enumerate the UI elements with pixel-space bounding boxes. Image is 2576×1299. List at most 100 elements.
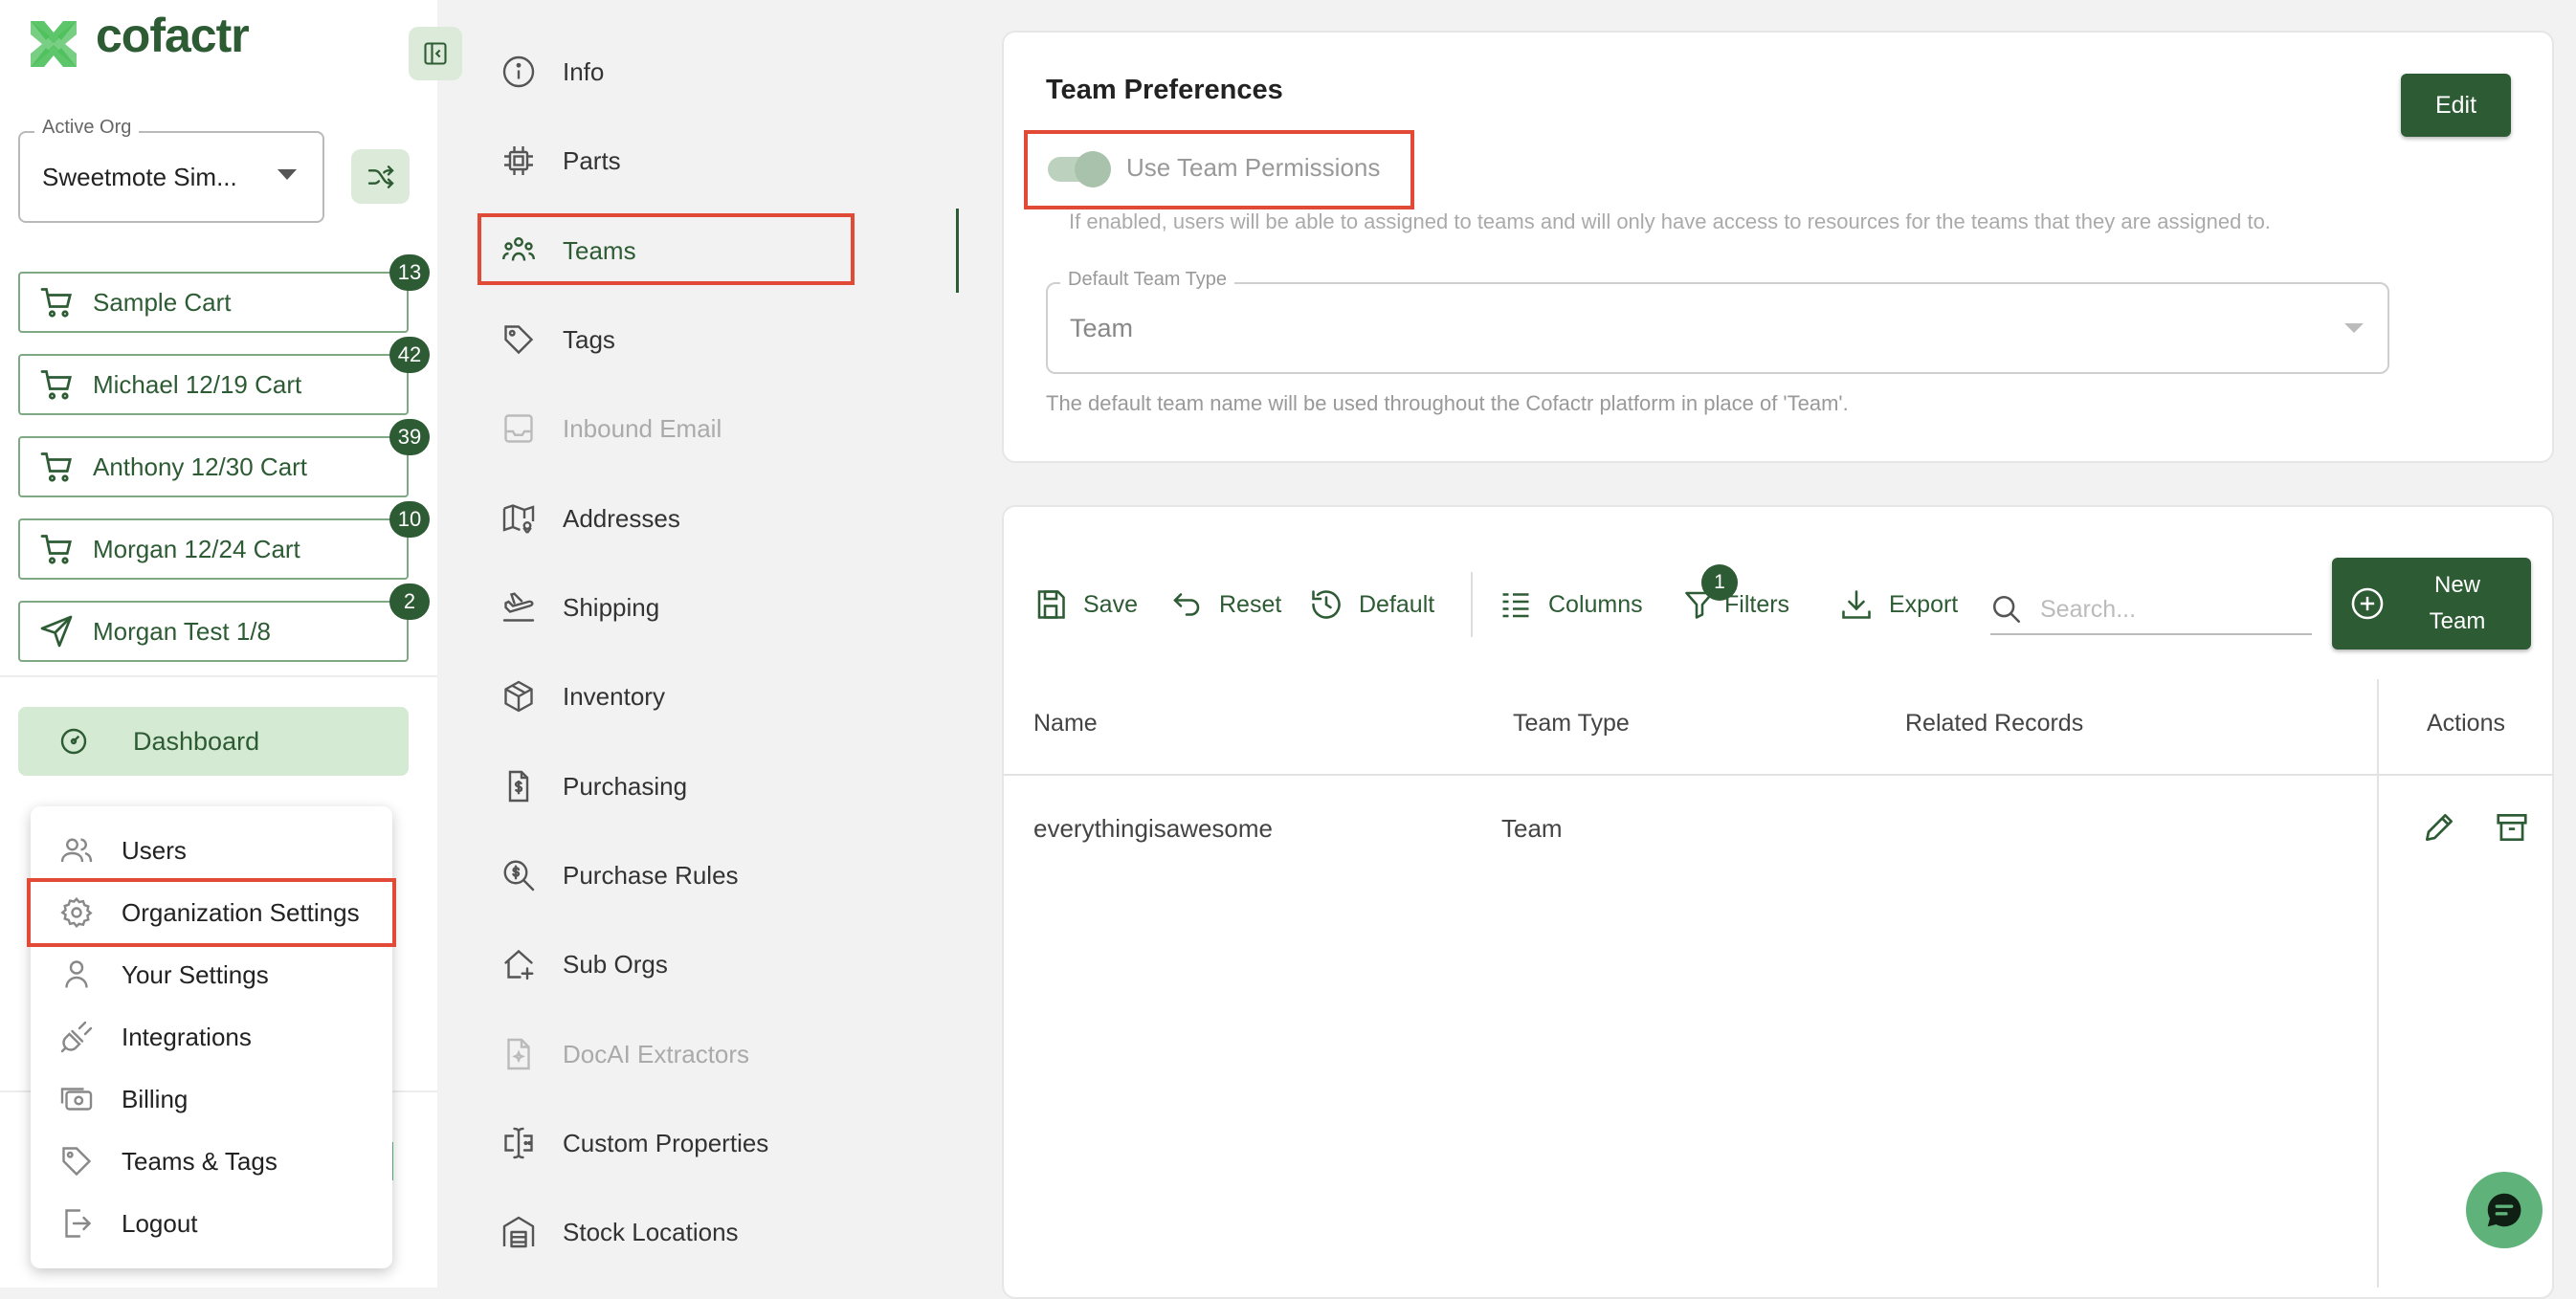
column-header-related-records[interactable]: Related Records (1905, 710, 2083, 738)
nav-item-purchase-rules[interactable]: Purchase Rules (500, 847, 739, 904)
warehouse-icon (500, 1215, 538, 1249)
menu-item-your-settings[interactable]: Your Settings (31, 944, 392, 1005)
nav-item-inventory[interactable]: Inventory (500, 668, 665, 725)
export-button[interactable]: Export (1839, 574, 1958, 635)
column-header-name[interactable]: Name (1033, 710, 1098, 738)
columns-icon (1499, 587, 1533, 622)
switch-org-button[interactable] (351, 149, 410, 204)
default-team-type-select[interactable] (1046, 282, 2389, 374)
menu-item-teams-tags[interactable]: Teams & Tags (31, 1131, 392, 1192)
sidebar-item-dashboard[interactable]: Dashboard (18, 707, 409, 776)
tag-icon (500, 322, 538, 357)
nav-item-label: Inventory (563, 681, 665, 711)
nav-item-label: Purchase Rules (563, 860, 739, 890)
chat-support-button[interactable] (2466, 1172, 2543, 1248)
nav-item-shipping[interactable]: Shipping (500, 579, 659, 636)
collapse-icon (424, 42, 447, 65)
default-button[interactable]: Default (1309, 574, 1434, 635)
nav-item-parts[interactable]: Parts (500, 132, 621, 189)
text-cursor-icon (500, 1126, 538, 1160)
cofactr-logo-icon[interactable] (27, 17, 80, 71)
search-input[interactable] (1990, 585, 2312, 635)
nav-item-inbound-email[interactable]: Inbound Email (500, 400, 722, 457)
nav-item-label: DocAI Extractors (563, 1039, 750, 1068)
nav-item-label: Stock Locations (563, 1217, 739, 1246)
users-icon (59, 833, 94, 868)
save-label: Save (1083, 590, 1138, 618)
cart-count-badge: 10 (389, 501, 430, 538)
cart-label: Anthony 12/30 Cart (93, 451, 308, 481)
chat-icon (2487, 1193, 2521, 1227)
new-team-label: New Team (2429, 572, 2486, 634)
sidebar-item-label: Dashboard (133, 726, 260, 756)
cart-icon (39, 367, 74, 402)
nav-item-label: Inbound Email (563, 413, 722, 443)
cart-item[interactable]: Sample Cart 13 (18, 254, 430, 333)
cart-item[interactable]: Michael 12/19 Cart 42 (18, 337, 430, 415)
cell-team-type: Team (1501, 814, 1563, 843)
reset-button[interactable]: Reset (1169, 574, 1281, 635)
menu-item-label: Teams & Tags (122, 1146, 278, 1176)
nav-active-indicator (956, 209, 959, 293)
filters-count-badge: 1 (1701, 564, 1738, 601)
menu-item-users[interactable]: Users (31, 820, 392, 881)
user-menu: Users Organization Settings Your Setting… (27, 806, 396, 1268)
undo-icon (1169, 587, 1204, 622)
nav-item-stock-locations[interactable]: Stock Locations (500, 1203, 739, 1261)
cart-icon (39, 450, 74, 484)
menu-item-organization-settings[interactable]: Organization Settings (27, 878, 396, 947)
nav-item-sub-orgs[interactable]: Sub Orgs (500, 936, 668, 993)
search-icon (1990, 593, 2023, 626)
nav-item-docai-extractors[interactable]: DocAI Extractors (500, 1025, 749, 1083)
actions-column-divider (2377, 679, 2379, 1288)
nav-item-purchasing[interactable]: Purchasing (500, 758, 687, 815)
home-plus-icon (500, 947, 538, 981)
nav-item-custom-properties[interactable]: Custom Properties (500, 1114, 768, 1172)
archive-row-button[interactable] (2494, 809, 2530, 846)
active-org-value: Sweetmote Sim... (42, 163, 237, 191)
brand-name: cofactr (96, 9, 250, 62)
toolbar-divider (1471, 572, 1473, 637)
reset-label: Reset (1219, 590, 1282, 618)
cart-item[interactable]: Anthony 12/30 Cart 39 (18, 419, 430, 497)
info-icon (500, 55, 538, 89)
tag-icon (59, 1144, 94, 1178)
default-team-type-value: Team (1070, 314, 1134, 342)
nav-item-addresses[interactable]: Addresses (500, 490, 680, 547)
columns-label: Columns (1548, 590, 1643, 618)
menu-item-billing[interactable]: Billing (31, 1068, 392, 1130)
download-icon (1839, 587, 1874, 622)
default-label: Default (1359, 590, 1435, 618)
dollar-search-icon (500, 858, 538, 892)
column-header-actions: Actions (2427, 710, 2505, 737)
menu-item-logout[interactable]: Logout (31, 1193, 392, 1254)
default-team-type-label: Default Team Type (1060, 269, 1235, 291)
save-button[interactable]: Save (1033, 574, 1138, 635)
edit-button[interactable]: Edit (2401, 74, 2511, 137)
cart-item[interactable]: Morgan 12/24 Cart 10 (18, 501, 430, 580)
menu-item-label: Billing (122, 1084, 189, 1113)
nav-item-label: Addresses (563, 503, 680, 533)
pencil-icon (2425, 813, 2454, 842)
export-label: Export (1889, 590, 1959, 618)
add-circle-icon (2349, 585, 2386, 622)
new-team-button[interactable]: New Team (2332, 558, 2531, 650)
team-preferences-title: Team Preferences (1046, 75, 1283, 105)
cart-icon (39, 285, 74, 319)
column-header-team-type[interactable]: Team Type (1513, 710, 1630, 738)
logout-icon (59, 1206, 94, 1241)
cart-item[interactable]: Morgan Test 1/8 2 (18, 583, 430, 662)
edit-row-button[interactable] (2421, 809, 2457, 846)
nav-item-tags[interactable]: Tags (500, 311, 615, 368)
plug-icon (59, 1020, 94, 1054)
history-icon (1309, 587, 1344, 622)
menu-item-label: Logout (122, 1208, 198, 1238)
archive-icon (2497, 813, 2527, 842)
nav-item-info[interactable]: Info (500, 43, 604, 100)
menu-item-integrations[interactable]: Integrations (31, 1006, 392, 1068)
send-icon (39, 614, 74, 649)
columns-button[interactable]: Columns (1499, 574, 1643, 635)
dollar-doc-icon (500, 769, 538, 804)
active-org-label: Active Org (34, 117, 140, 139)
collapse-sidebar-button[interactable] (409, 27, 462, 80)
